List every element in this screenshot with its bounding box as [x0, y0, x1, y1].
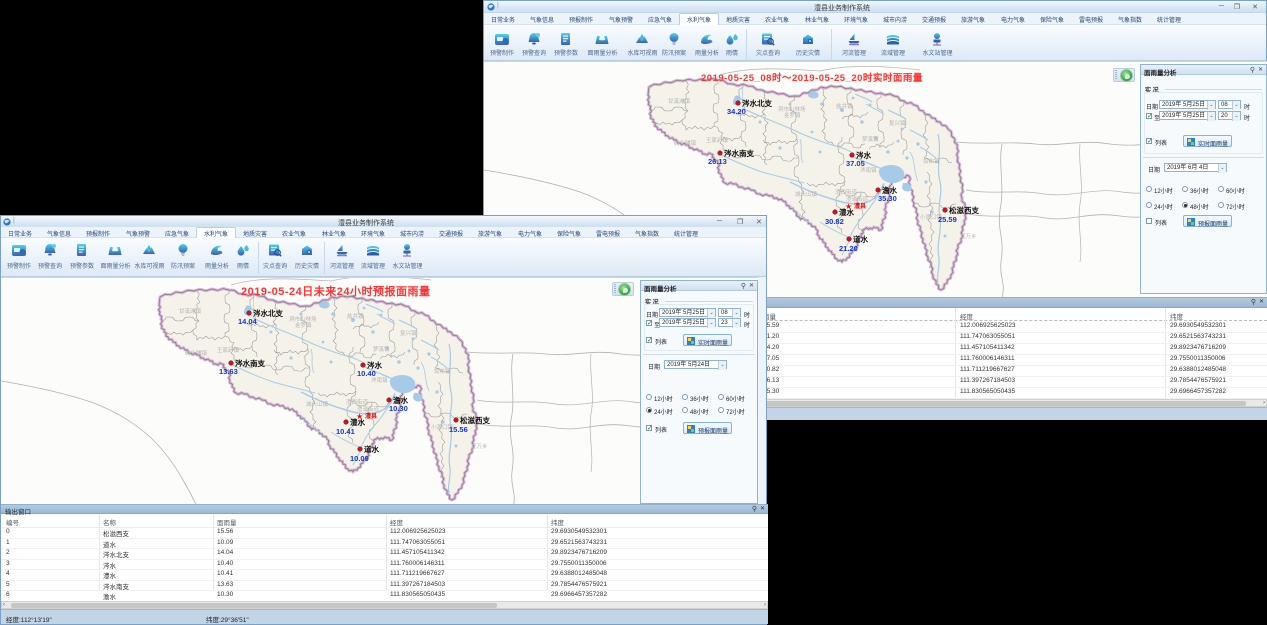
svg-text:10.40: 10.40 [357, 369, 376, 378]
svg-text:涔水北支: 涔水北支 [742, 98, 772, 108]
svg-text:宜万乡: 宜万乡 [471, 442, 488, 450]
svg-text:34.20: 34.20 [727, 107, 746, 116]
svg-text:澧西街道: 澧西街道 [346, 398, 369, 406]
svg-text:金罗镇: 金罗镇 [295, 321, 312, 329]
svg-text:26.13: 26.13 [708, 157, 727, 166]
svg-text:13.63: 13.63 [219, 367, 238, 376]
svg-text:城头山镇: 城头山镇 [795, 190, 818, 198]
svg-text:37.05: 37.05 [846, 159, 865, 168]
svg-text:盐井镇: 盐井镇 [836, 102, 853, 110]
svg-text:城头山镇: 城头山镇 [306, 400, 329, 408]
svg-text:35.30: 35.30 [878, 194, 897, 203]
svg-text:10.09: 10.09 [350, 454, 369, 463]
svg-text:道水: 道水 [853, 234, 868, 244]
svg-text:盐井镇: 盐井镇 [347, 312, 364, 320]
svg-text:王家厂镇: 王家厂镇 [706, 136, 729, 144]
svg-text:30.82: 30.82 [825, 217, 844, 226]
svg-text:21.20: 21.20 [839, 244, 858, 253]
svg-text:如东镇: 如东镇 [923, 157, 940, 165]
svg-text:松滋西支: 松滋西支 [949, 205, 979, 215]
svg-text:澧县: 澧县 [854, 202, 866, 210]
svg-text:宜万乡: 宜万乡 [960, 232, 977, 240]
svg-text:澧西街道: 澧西街道 [835, 188, 858, 196]
svg-text:道水: 道水 [364, 444, 379, 454]
svg-text:涔水南支: 涔水南支 [235, 358, 265, 368]
svg-text:金罗镇: 金罗镇 [784, 111, 801, 119]
svg-text:梦溪镇: 梦溪镇 [862, 135, 879, 143]
svg-text:10.30: 10.30 [389, 404, 408, 413]
svg-text:码头铺镇: 码头铺镇 [674, 139, 697, 147]
svg-text:澧水: 澧水 [839, 207, 854, 217]
svg-text:复兴镇: 复兴镇 [400, 329, 417, 337]
svg-text:澧水: 澧水 [350, 417, 365, 427]
svg-text:澧县: 澧县 [365, 412, 377, 420]
svg-text:甘溪滩镇: 甘溪滩镇 [668, 97, 691, 105]
svg-text:如东镇: 如东镇 [434, 367, 451, 375]
svg-text:甘溪滩镇: 甘溪滩镇 [179, 307, 202, 315]
svg-text:梦溪镇: 梦溪镇 [373, 345, 390, 353]
svg-text:涔水南支: 涔水南支 [724, 148, 754, 158]
svg-text:洞市山林场: 洞市山林场 [289, 315, 317, 323]
svg-text:王家厂镇: 王家厂镇 [217, 346, 240, 354]
svg-text:码头铺镇: 码头铺镇 [185, 349, 208, 357]
svg-text:25.59: 25.59 [938, 215, 957, 224]
svg-text:松滋西支: 松滋西支 [460, 415, 490, 425]
svg-text:洞市山林场: 洞市山林场 [778, 105, 806, 113]
svg-text:复兴镇: 复兴镇 [889, 119, 906, 127]
svg-text:14.04: 14.04 [238, 317, 258, 326]
svg-text:涔水北支: 涔水北支 [253, 308, 283, 318]
svg-text:15.56: 15.56 [449, 425, 468, 434]
svg-text:10.41: 10.41 [336, 427, 355, 436]
